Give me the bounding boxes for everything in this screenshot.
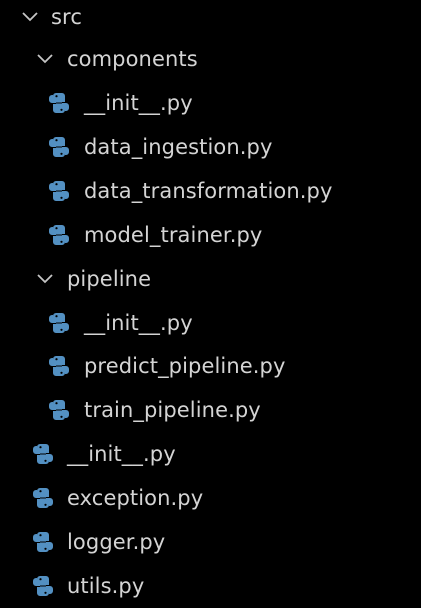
python-file-icon — [48, 125, 70, 169]
tree-file-utils[interactable]: utils.py — [0, 564, 421, 608]
python-file-icon — [48, 344, 70, 388]
python-file-icon — [48, 213, 70, 257]
chevron-down-icon[interactable] — [35, 257, 55, 301]
tree-file-label: data_transformation.py — [84, 179, 333, 203]
python-file-icon — [32, 476, 54, 520]
tree-folder-components[interactable]: components — [0, 37, 421, 81]
python-file-icon — [48, 388, 70, 432]
tree-folder-label: pipeline — [67, 267, 152, 291]
python-file-icon — [48, 301, 70, 345]
tree-file-label: model_trainer.py — [84, 223, 263, 247]
tree-file-exception[interactable]: exception.py — [0, 476, 421, 520]
tree-file-data-ingestion[interactable]: data_ingestion.py — [0, 125, 421, 169]
tree-file-label: utils.py — [67, 574, 145, 598]
tree-file-label: exception.py — [67, 486, 204, 510]
tree-folder-label: components — [67, 47, 198, 71]
python-file-icon — [32, 564, 54, 608]
tree-file-label: data_ingestion.py — [84, 135, 273, 159]
tree-file-train-pipeline[interactable]: train_pipeline.py — [0, 388, 421, 432]
tree-file-predict-pipeline[interactable]: predict_pipeline.py — [0, 344, 421, 388]
tree-file-label: logger.py — [67, 530, 166, 554]
tree-file-data-transformation[interactable]: data_transformation.py — [0, 169, 421, 213]
tree-file-label: train_pipeline.py — [84, 398, 261, 422]
tree-file-components-init[interactable]: __init__.py — [0, 81, 421, 125]
tree-file-label: __init__.py — [84, 311, 193, 335]
file-explorer-tree: src components __init__.py data_ingestio… — [0, 0, 421, 600]
tree-folder-src[interactable]: src — [0, 0, 421, 39]
tree-file-label: __init__.py — [84, 91, 193, 115]
tree-folder-pipeline[interactable]: pipeline — [0, 257, 421, 301]
python-file-icon — [48, 169, 70, 213]
tree-file-model-trainer[interactable]: model_trainer.py — [0, 213, 421, 257]
tree-file-src-init[interactable]: __init__.py — [0, 432, 421, 476]
tree-file-pipeline-init[interactable]: __init__.py — [0, 301, 421, 345]
tree-file-label: predict_pipeline.py — [84, 354, 286, 378]
tree-file-label: __init__.py — [67, 442, 176, 466]
tree-folder-label: src — [51, 5, 82, 29]
tree-file-logger[interactable]: logger.py — [0, 520, 421, 564]
python-file-icon — [32, 432, 54, 476]
chevron-down-icon[interactable] — [35, 37, 55, 81]
python-file-icon — [32, 520, 54, 564]
chevron-down-icon[interactable] — [20, 0, 40, 39]
python-file-icon — [48, 81, 70, 125]
